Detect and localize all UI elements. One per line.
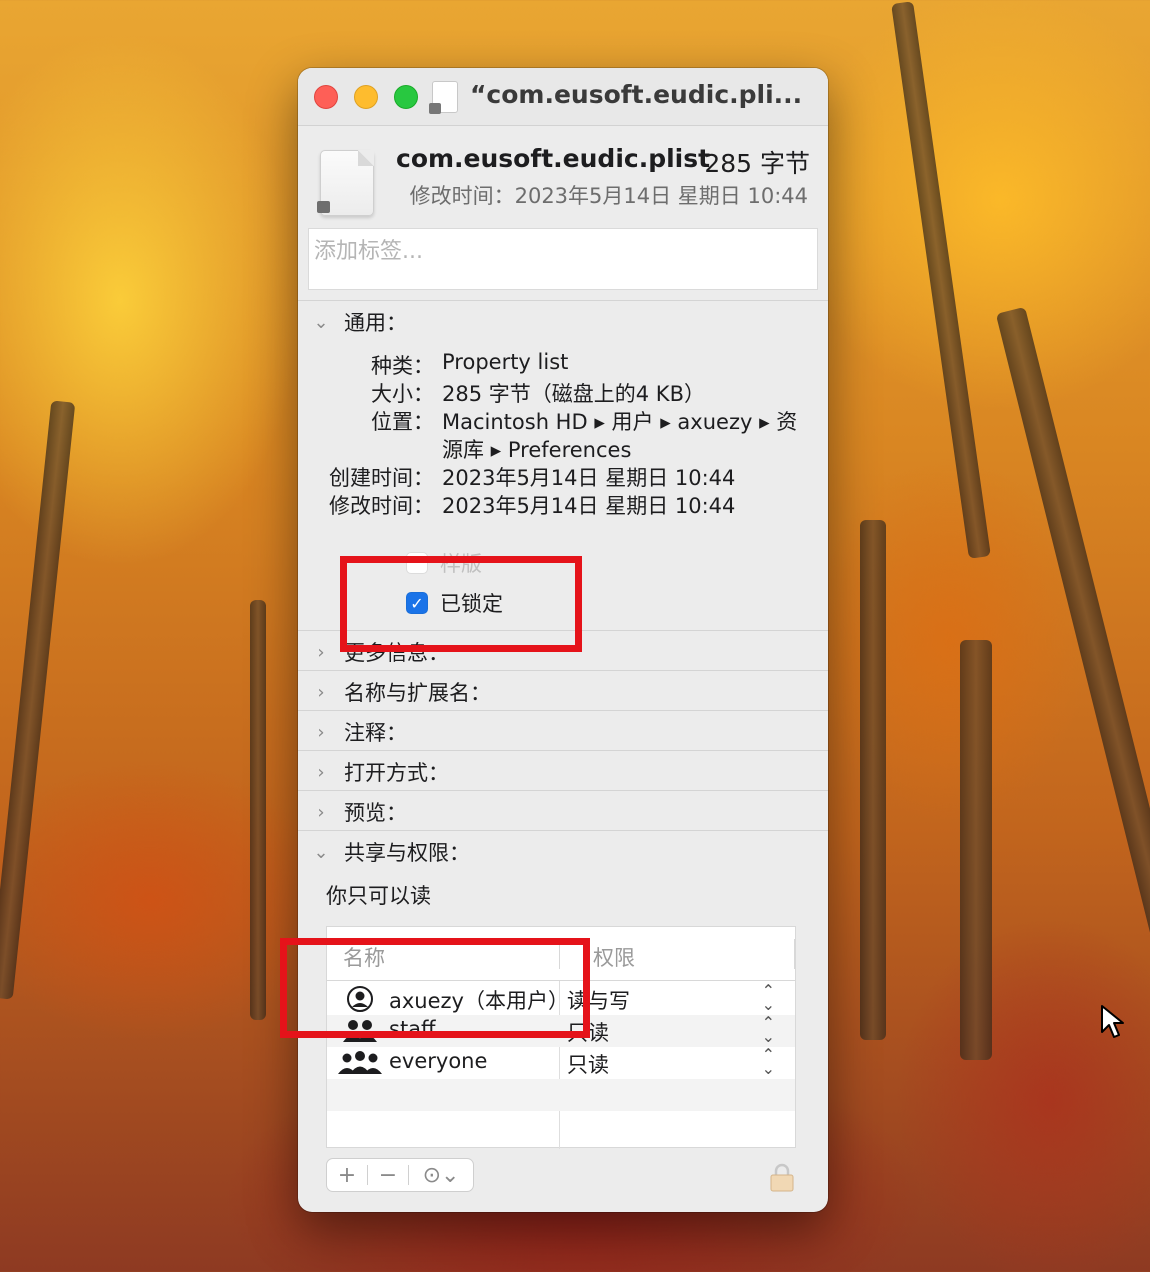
chevron-down-icon: ⌄ — [313, 311, 329, 333]
file-icon — [317, 150, 374, 216]
created-label: 创建时间： — [329, 466, 434, 490]
size-value: 285 字节（磁盘上的4 KB） — [442, 382, 705, 406]
empty-row — [327, 1079, 795, 1111]
annotation-box-user-row — [280, 938, 590, 1038]
kind-value: Property list — [442, 350, 569, 374]
minimize-button[interactable] — [354, 85, 378, 109]
section-name-extension[interactable]: › 名称与扩展名： — [298, 672, 828, 712]
background-tree-trunk — [960, 640, 992, 1060]
column-header-privilege[interactable]: 权限 — [593, 942, 635, 972]
background-tree-trunk — [891, 1, 991, 559]
permissions-toolbar: + − ⊙⌄ — [326, 1158, 474, 1192]
where-value-line1: Macintosh HD ▸ 用户 ▸ axuezy ▸ 资 — [442, 410, 798, 434]
section-comments[interactable]: › 注释： — [298, 712, 828, 752]
created-value: 2023年5月14日 星期日 10:44 — [442, 466, 736, 490]
section-sharing-label: 共享与权限： — [344, 841, 470, 865]
divider — [298, 670, 828, 671]
action-menu-button[interactable]: ⊙⌄ — [409, 1163, 473, 1188]
add-button[interactable]: + — [327, 1163, 367, 1188]
lock-badge-icon — [317, 201, 330, 213]
window-title: “com.eusoft.eudic.pli... — [470, 80, 803, 109]
chevron-right-icon: › — [317, 721, 325, 743]
modified-label: 修改时间： — [329, 494, 434, 518]
section-preview-label: 预览： — [344, 801, 407, 825]
background-tree-trunk — [0, 400, 76, 1000]
chevron-right-icon: › — [317, 761, 325, 783]
kind-label: 种类： — [371, 354, 434, 378]
file-size: 285 字节 — [704, 149, 810, 178]
row-privilege[interactable]: 只读 — [567, 1049, 609, 1079]
divider — [298, 750, 828, 751]
chevron-right-icon: › — [317, 641, 325, 663]
mouse-cursor-icon — [1100, 1004, 1126, 1044]
zoom-button[interactable] — [394, 85, 418, 109]
where-value-line2: 源库 ▸ Preferences — [442, 438, 632, 462]
section-sharing-permissions[interactable]: ⌄ 共享与权限： — [298, 832, 828, 872]
section-general-label: 通用： — [344, 311, 407, 335]
file-modified-date: 修改时间：2023年5月14日 星期日 10:44 — [409, 184, 808, 208]
where-label: 位置： — [371, 410, 434, 434]
divider — [298, 790, 828, 791]
close-button[interactable] — [314, 85, 338, 109]
divider — [298, 300, 828, 301]
section-general[interactable]: ⌄ 通用： — [298, 302, 828, 342]
everyone-icon — [337, 1049, 383, 1077]
section-open-with-label: 打开方式： — [344, 761, 449, 785]
remove-button[interactable]: − — [368, 1163, 408, 1188]
chevron-right-icon: › — [317, 801, 325, 823]
section-preview[interactable]: › 预览： — [298, 792, 828, 832]
background-tree-trunk — [860, 520, 886, 1040]
padlock-icon[interactable] — [768, 1162, 796, 1192]
size-label: 大小： — [371, 382, 434, 406]
up-down-arrows-icon[interactable]: ⌃ ⌄ — [762, 983, 775, 1013]
file-name: com.eusoft.eudic.plist — [396, 144, 711, 173]
modified-value: 2023年5月14日 星期日 10:44 — [442, 494, 736, 518]
section-comments-label: 注释： — [344, 721, 407, 745]
column-separator — [794, 939, 795, 969]
section-open-with[interactable]: › 打开方式： — [298, 752, 828, 792]
lock-badge-icon — [429, 103, 441, 114]
file-header: com.eusoft.eudic.plist 285 字节 修改时间：2023年… — [298, 138, 828, 228]
document-proxy-icon[interactable] — [429, 81, 458, 114]
tags-field[interactable]: 添加标签... — [308, 228, 818, 290]
up-down-arrows-icon[interactable]: ⌃ ⌄ — [762, 1015, 775, 1045]
up-down-arrows-icon[interactable]: ⌃ ⌄ — [762, 1047, 775, 1077]
divider — [298, 830, 828, 831]
annotation-box-locked — [340, 556, 582, 652]
chevron-down-icon: ⌄ — [313, 841, 329, 863]
background-tree-trunk — [995, 306, 1150, 994]
title-bar[interactable]: “com.eusoft.eudic.pli... — [298, 68, 828, 126]
sharing-summary: 你只可以读 — [326, 884, 431, 908]
background-tree-trunk — [250, 600, 266, 1020]
divider — [298, 710, 828, 711]
section-name-extension-label: 名称与扩展名： — [344, 681, 491, 705]
table-row[interactable]: everyone 只读 ⌃ ⌄ — [327, 1047, 795, 1079]
chevron-right-icon: › — [317, 681, 325, 703]
row-name: everyone — [389, 1049, 488, 1073]
